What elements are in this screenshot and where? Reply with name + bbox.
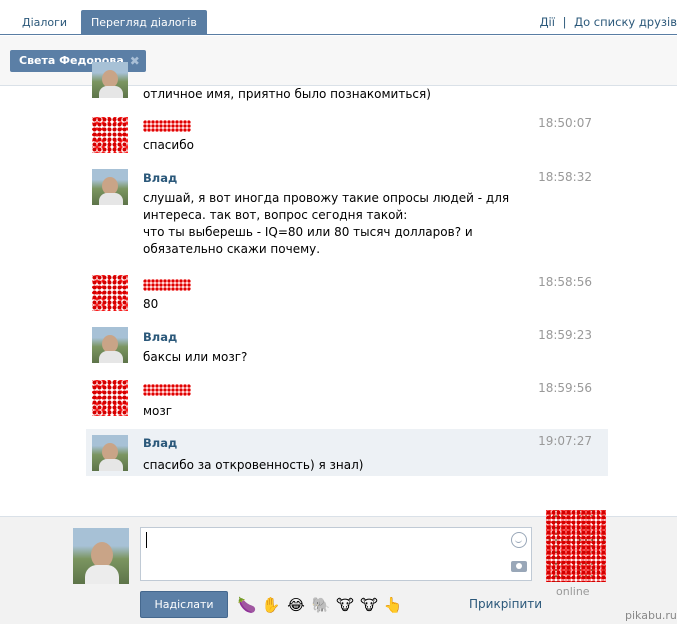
avatar-redacted[interactable] bbox=[92, 380, 128, 416]
avatar[interactable] bbox=[92, 435, 128, 471]
message-time: 18:58:56 bbox=[538, 275, 592, 289]
text-caret bbox=[146, 532, 147, 548]
message-time: 18:50:07 bbox=[538, 116, 592, 130]
message-text: баксы или мозг? bbox=[143, 350, 248, 364]
tab-dialog-view[interactable]: Перегляд діалогів bbox=[81, 10, 207, 35]
message-row: 18:50:07 спасибо bbox=[86, 115, 608, 165]
avatar[interactable] bbox=[92, 327, 128, 363]
message-history: отличное имя, приятно было познакомиться… bbox=[86, 62, 608, 481]
author-redacted[interactable] bbox=[143, 279, 191, 291]
emoji-smile-icon[interactable] bbox=[511, 532, 527, 548]
friends-list-link[interactable]: До списку друзів bbox=[574, 15, 677, 29]
message-text: мозг bbox=[143, 404, 173, 418]
message-input[interactable] bbox=[140, 527, 532, 581]
tears-of-joy-emoji-icon[interactable]: 😂 bbox=[286, 595, 306, 615]
watermark: pikabu.ru bbox=[625, 609, 677, 622]
avatar[interactable] bbox=[92, 169, 128, 205]
author-redacted[interactable] bbox=[143, 384, 191, 396]
author-name[interactable]: Влад bbox=[143, 171, 177, 185]
message-row: Влад 18:59:23 баксы или мозг? bbox=[86, 327, 608, 372]
message-text: слушай, я вот иногда провожу такие опрос… bbox=[143, 191, 510, 256]
author-redacted[interactable] bbox=[143, 120, 191, 132]
pointing-up-emoji-icon[interactable]: 👆 bbox=[383, 595, 403, 615]
message-row: 18:59:56 мозг bbox=[86, 378, 608, 423]
message-row: Влад 19:07:27 спасибо за откровенность) … bbox=[86, 429, 608, 476]
online-status: online bbox=[556, 585, 590, 598]
message-row: Влад 18:58:32 слушай, я вот иногда прово… bbox=[86, 169, 608, 264]
avatar[interactable] bbox=[92, 62, 128, 98]
raised-hand-emoji-icon[interactable]: ✋ bbox=[261, 595, 281, 615]
message-row: отличное имя, приятно было познакомиться… bbox=[86, 62, 608, 106]
message-text: спасибо bbox=[143, 138, 194, 152]
avatar-redacted[interactable] bbox=[92, 117, 128, 153]
link-separator: | bbox=[562, 15, 567, 29]
tab-dialogs[interactable]: Діалоги bbox=[12, 10, 77, 35]
message-time: 18:58:32 bbox=[538, 170, 592, 184]
message-text: спасибо за откровенность) я знал) bbox=[143, 458, 364, 472]
peer-avatar-redacted[interactable] bbox=[546, 510, 606, 582]
actions-link[interactable]: Дії bbox=[540, 15, 555, 29]
author-name[interactable]: Влад bbox=[143, 330, 177, 344]
my-avatar[interactable] bbox=[73, 528, 129, 584]
remove-recipient-icon[interactable]: ✖ bbox=[130, 50, 140, 72]
message-text: 80 bbox=[143, 297, 159, 311]
message-row: 18:58:56 80 bbox=[86, 275, 608, 320]
eggplant-emoji-icon[interactable]: 🍆 bbox=[237, 595, 257, 615]
message-time: 19:07:27 bbox=[538, 434, 592, 448]
top-links: Дії | До списку друзів bbox=[540, 15, 677, 29]
attach-link[interactable]: Прикріпити bbox=[469, 597, 542, 611]
avatar-redacted[interactable] bbox=[92, 275, 128, 311]
message-time: 18:59:56 bbox=[538, 381, 592, 395]
cow-emoji-icon[interactable]: 🐮 bbox=[359, 595, 379, 615]
tabs-bar: Діалоги Перегляд діалогів Дії | До списк… bbox=[0, 0, 677, 35]
camera-icon[interactable] bbox=[511, 561, 527, 572]
author-name[interactable]: Влад bbox=[143, 436, 177, 450]
cow-emoji-icon[interactable]: 🐮 bbox=[335, 595, 355, 615]
message-text: отличное имя, приятно было познакомиться… bbox=[143, 87, 431, 101]
elephant-emoji-icon[interactable]: 🐘 bbox=[311, 595, 331, 615]
send-button[interactable]: Надіслати bbox=[140, 591, 228, 618]
composer: Надіслати 🍆 ✋ 😂 🐘 🐮 🐮 👆 Прикріпити onlin… bbox=[0, 510, 677, 624]
message-time: 18:59:23 bbox=[538, 328, 592, 342]
